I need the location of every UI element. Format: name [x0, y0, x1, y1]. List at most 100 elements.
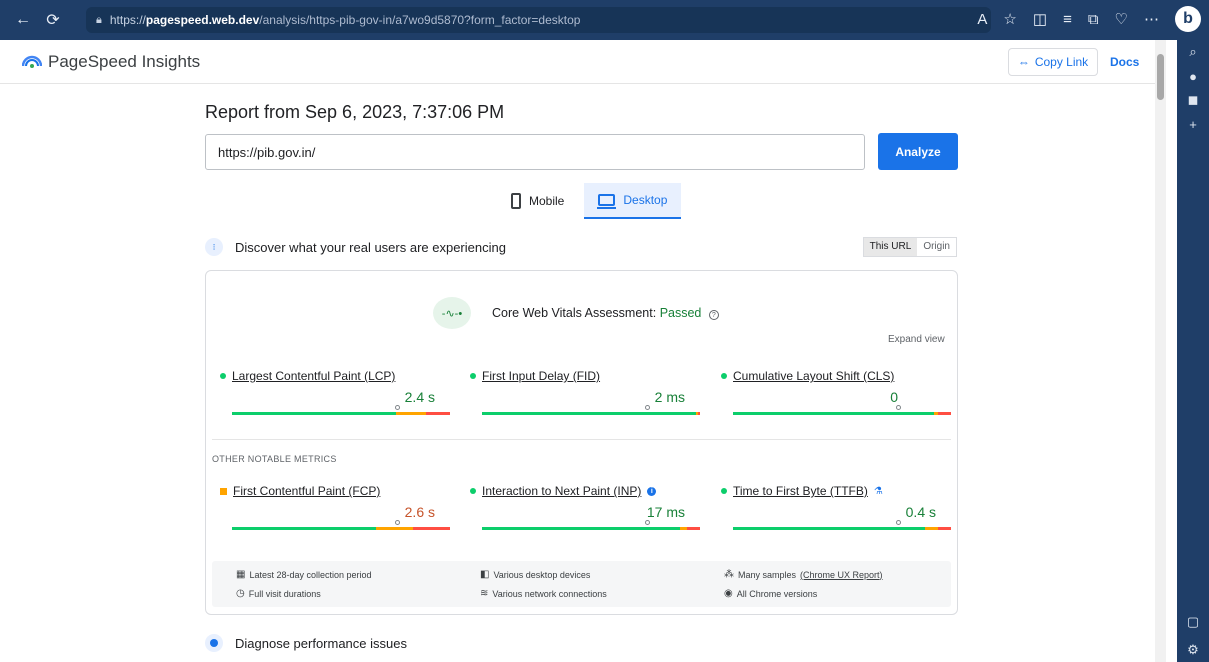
sidebar-toggle-icon[interactable]: ▢	[1177, 610, 1209, 634]
lcp-marker	[395, 405, 400, 410]
favorites-list-icon[interactable]: ≡	[1063, 11, 1072, 28]
favorite-star-icon[interactable]: ☆	[1003, 10, 1016, 28]
this-url-toggle[interactable]: This URL	[863, 238, 918, 256]
url-origin-toggle: This URL Origin	[862, 237, 957, 257]
samples-text: Many samples	[738, 569, 797, 580]
device-tabs: Mobile Desktop	[497, 183, 682, 219]
docs-link[interactable]: Docs	[1110, 55, 1139, 69]
help-icon[interactable]: ?	[708, 310, 719, 320]
inp-value: 17 ms	[646, 504, 685, 520]
cls-label[interactable]: Cumulative Layout Shift (CLS)	[733, 369, 894, 383]
sidebar-outlook-icon[interactable]: ◼	[1177, 88, 1209, 112]
average-indicator	[220, 487, 227, 495]
fid-value: 2 ms	[654, 389, 685, 405]
diagnose-heading: Diagnose performance issues	[205, 634, 407, 652]
calendar-icon: ▦	[236, 569, 246, 580]
info-icon[interactable]: i	[647, 486, 657, 496]
cls-marker	[896, 405, 901, 410]
cwv-status: Passed	[659, 306, 702, 320]
bing-copilot-icon[interactable]: b	[1175, 6, 1201, 32]
ttfb-distribution-bar	[733, 527, 951, 530]
other-metrics-heading: OTHER NOTABLE METRICS	[212, 454, 337, 464]
analyze-button[interactable]: Analyze	[878, 133, 958, 170]
collection-period: ▦ Latest 28-day collection period	[236, 569, 372, 580]
page-title: Report from Sep 6, 2023, 7:37:06 PM	[205, 102, 505, 122]
good-indicator	[721, 488, 727, 494]
browser-actions: A ☆ ◫ ≡ ⧉ ♡ ⋯ b	[977, 6, 1201, 32]
collections-icon[interactable]: ⧉	[1088, 11, 1099, 28]
experimental-flask-icon[interactable]: ⚗	[874, 486, 883, 497]
copy-link-button[interactable]: ⇔ Copy Link	[1008, 48, 1098, 76]
pagespeed-logo-icon	[22, 55, 42, 68]
fcp-distribution-bar	[232, 527, 450, 530]
real-users-heading: ⁝ Discover what your real users are expe…	[205, 236, 957, 258]
inp-distribution-bar	[482, 527, 700, 530]
sidebar-add-icon[interactable]: +	[1177, 112, 1209, 136]
cwv-assessment: Core Web Vitals Assessment: Passed ?	[492, 306, 719, 320]
good-indicator	[721, 373, 727, 379]
field-data-card: -∿-• Core Web Vitals Assessment: Passed …	[205, 270, 958, 615]
extensions-icon[interactable]: ♡	[1115, 10, 1128, 28]
back-icon[interactable]: ←	[8, 5, 38, 35]
url-host: pagespeed.web.dev	[145, 13, 260, 27]
visit-durations: ◷ Full visit durations	[236, 588, 321, 599]
inp-label[interactable]: Interaction to Next Paint (INP)	[482, 484, 641, 498]
devices-icon: ◧	[480, 569, 490, 580]
url-input[interactable]: https://pib.gov.in/	[205, 134, 865, 170]
fcp-value: 2.6 s	[404, 504, 435, 520]
more-icon[interactable]: ⋯	[1144, 10, 1159, 28]
chrome-icon: ◉	[724, 588, 733, 599]
url-prefix: https://	[109, 13, 146, 27]
link-icon: ⇔	[1017, 55, 1030, 69]
fcp-marker	[395, 520, 400, 525]
tab-mobile[interactable]: Mobile	[497, 183, 578, 219]
fcp-label[interactable]: First Contentful Paint (FCP)	[233, 484, 380, 498]
lcp-label[interactable]: Largest Contentful Paint (LCP)	[232, 369, 395, 383]
read-aloud-icon[interactable]: A	[977, 11, 987, 28]
visit-durations-text: Full visit durations	[248, 588, 321, 599]
diagnose-icon	[205, 634, 223, 652]
tab-desktop[interactable]: Desktop	[584, 183, 682, 219]
refresh-icon[interactable]: ⟳	[38, 5, 68, 35]
copy-link-label: Copy Link	[1034, 55, 1089, 69]
sidebar-copilot-icon[interactable]: ●	[1177, 64, 1209, 88]
brand-name: PageSpeed Insights	[48, 52, 201, 71]
wifi-icon: ≋	[480, 588, 489, 599]
timer-icon: ◷	[236, 588, 245, 599]
collection-period-text: Latest 28-day collection period	[249, 569, 372, 580]
mobile-icon	[511, 193, 521, 209]
inp-marker	[645, 520, 650, 525]
metric-fid: First Input Delay (FID) 2 ms	[470, 369, 700, 419]
metric-inp: Interaction to Next Paint (INP) i 17 ms	[470, 484, 700, 534]
page-scrollbar[interactable]	[1155, 40, 1166, 662]
tab-mobile-label: Mobile	[529, 194, 565, 208]
ttfb-label[interactable]: Time to First Byte (TTFB)	[733, 484, 868, 498]
fid-label[interactable]: First Input Delay (FID)	[482, 369, 600, 383]
metric-lcp: Largest Contentful Paint (LCP) 2.4 s	[220, 369, 450, 419]
main-content: Report from Sep 6, 2023, 7:37:06 PM http…	[0, 84, 1155, 662]
section-divider	[212, 439, 951, 440]
devices-info: ◧ Various desktop devices	[480, 569, 590, 580]
chrome-ux-report-link[interactable]: (Chrome UX Report)	[800, 570, 883, 580]
scrollbar-thumb[interactable]	[1157, 54, 1164, 100]
good-indicator	[470, 488, 476, 494]
good-indicator	[470, 373, 476, 379]
lock-icon: 🔒︎	[96, 13, 102, 26]
network-info: ≋ Various network connections	[480, 588, 607, 599]
vitals-pulse-icon: -∿-•	[433, 297, 471, 329]
split-screen-icon[interactable]: ◫	[1033, 10, 1047, 28]
desktop-icon	[597, 194, 617, 209]
metric-cls: Cumulative Layout Shift (CLS) 0	[721, 369, 951, 419]
sidebar-settings-icon[interactable]: ⚙	[1177, 638, 1209, 662]
samples-info: ⁂ Many samples (Chrome UX Report)	[724, 569, 883, 580]
origin-toggle[interactable]: Origin	[917, 238, 956, 256]
address-bar[interactable]: 🔒︎ https://pagespeed.web.dev/analysis/ht…	[86, 7, 991, 33]
expand-view-link[interactable]: Expand view	[888, 334, 945, 345]
chrome-versions: ◉ All Chrome versions	[724, 588, 817, 599]
collection-info-panel: ▦ Latest 28-day collection period ◧ Variou…	[212, 561, 951, 607]
diagnose-title: Diagnose performance issues	[235, 635, 407, 651]
ttfb-value: 0.4 s	[905, 504, 936, 520]
sidebar-search-icon[interactable]: ⌕	[1177, 40, 1209, 64]
cwv-assessment-label: Core Web Vitals Assessment:	[492, 306, 657, 320]
network-text: Various network connections	[492, 588, 607, 599]
